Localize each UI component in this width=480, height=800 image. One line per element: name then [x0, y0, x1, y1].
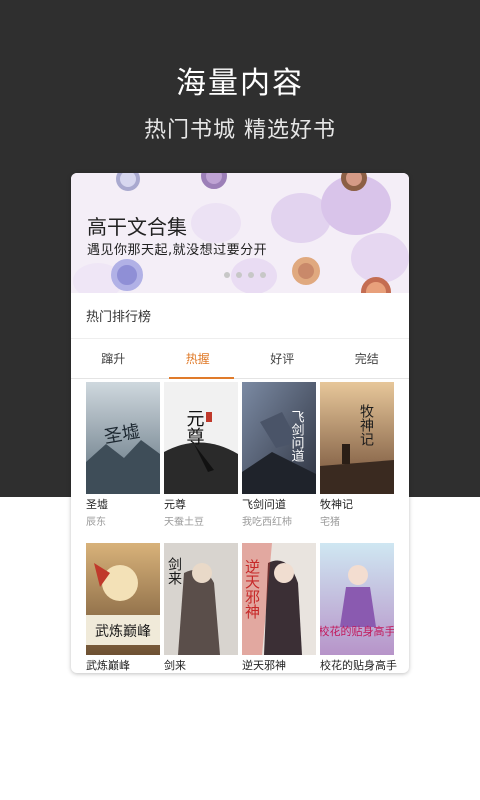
- book-author: 宅猪: [320, 517, 340, 528]
- tab-hot[interactable]: 热握: [156, 339, 241, 379]
- book-author: 我吃西红柿: [242, 517, 292, 528]
- ranking-section-title: 热门排行榜: [71, 297, 409, 339]
- donut-decoration: [116, 173, 140, 191]
- donut-decoration: [201, 173, 227, 189]
- book-title: 飞剑问道: [242, 498, 286, 511]
- book-title: 元尊: [164, 498, 186, 511]
- banner-title: 高干文合集: [87, 215, 187, 239]
- tab-top-rated[interactable]: 好评: [240, 339, 325, 378]
- promo-banner[interactable]: 高干文合集 遇见你那天起,就没想过要分开: [71, 173, 409, 293]
- book-author: 天蚕土豆: [164, 517, 204, 528]
- book-cover: 圣墟: [86, 382, 160, 494]
- book-cover: 元尊: [164, 382, 238, 494]
- book-cover: 飞剑问道: [242, 382, 316, 494]
- book-title: 武炼巅峰: [86, 659, 130, 672]
- flower-decoration: [191, 203, 241, 243]
- book-cover: 校花的贴身高手: [320, 543, 394, 655]
- donut-decoration: [111, 259, 143, 291]
- cover-title-text: 剑来: [166, 557, 182, 585]
- book-author: 辰东: [86, 517, 106, 528]
- book-cover: 剑来: [164, 543, 238, 655]
- book-title: 逆天邪神: [242, 659, 286, 672]
- flower-decoration: [351, 233, 409, 283]
- donut-decoration: [292, 257, 320, 285]
- tab-completed[interactable]: 完结: [325, 339, 410, 378]
- hero-subtitle: 热门书城 精选好书: [144, 118, 336, 143]
- book-title: 剑来: [164, 659, 186, 672]
- book-title: 牧神记: [320, 498, 353, 511]
- tab-rising[interactable]: 蹿升: [71, 339, 156, 378]
- book-title: 圣墟: [86, 498, 108, 511]
- carousel-indicator: [224, 272, 266, 278]
- cover-title-text: 武炼巅峰: [95, 624, 151, 640]
- book-cover: 牧神记: [320, 382, 394, 494]
- ranking-tabs: 蹿升 热握 好评 完结: [71, 339, 409, 379]
- bookstore-card: 高干文合集 遇见你那天起,就没想过要分开 热门排行榜 蹿升 热握 好评 完结 圣…: [71, 173, 409, 673]
- cover-title-text: 校花的贴身高手: [320, 624, 394, 638]
- cover-title-text: 飞剑问道: [289, 410, 305, 462]
- cover-title-text: 元尊: [184, 409, 205, 446]
- carousel-dot[interactable]: [260, 272, 266, 278]
- carousel-dot[interactable]: [236, 272, 242, 278]
- banner-subtitle: 遇见你那天起,就没想过要分开: [87, 243, 268, 258]
- book-title: 校花的贴身高手: [320, 659, 397, 672]
- carousel-dot[interactable]: [224, 272, 230, 278]
- carousel-dot[interactable]: [248, 272, 254, 278]
- book-cover: 逆天邪神: [242, 543, 316, 655]
- cover-title-text: 逆天邪神: [243, 559, 261, 619]
- hero-title: 海量内容: [176, 66, 304, 101]
- cover-title-text: 牧神记: [358, 404, 374, 446]
- book-cover: 武炼巅峰: [86, 543, 160, 655]
